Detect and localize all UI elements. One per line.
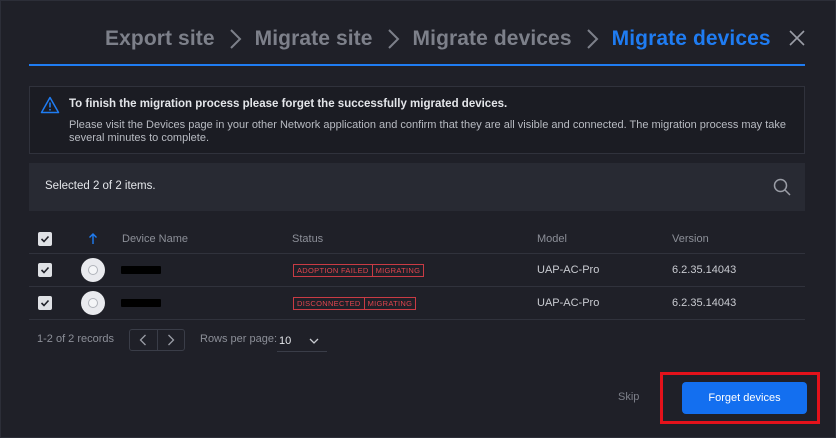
- chevron-right-icon: [223, 25, 247, 53]
- migration-notice: To finish the migration process please f…: [29, 86, 805, 154]
- table-header: Device Name Status Model Version: [29, 225, 805, 254]
- rows-per-page-value: 10: [279, 334, 292, 347]
- breadcrumb-export-site[interactable]: Export site: [105, 27, 215, 51]
- skip-button[interactable]: Skip: [618, 391, 639, 403]
- chevron-right-icon: [381, 25, 405, 53]
- page-nav: [129, 329, 185, 351]
- notice-title: To finish the migration process please f…: [69, 98, 508, 110]
- status-badges: ADOPTION FAILED MIGRATING: [293, 263, 425, 277]
- pagination: 1-2 of 2 records Rows per page: 10: [37, 327, 797, 353]
- table-row[interactable]: ADOPTION FAILED MIGRATING UAP-AC-Pro 6.2…: [29, 254, 805, 287]
- redacted-device-name: [121, 299, 161, 307]
- notice-body: Please visit the Devices page in your ot…: [69, 119, 787, 144]
- header-divider: [29, 64, 805, 66]
- status-badge: DISCONNECTED: [293, 296, 365, 310]
- status-badge: MIGRATING: [372, 263, 425, 277]
- device-version: 6.2.35.14043: [672, 264, 737, 276]
- access-point-icon: [81, 291, 105, 315]
- selection-count: Selected 2 of 2 items.: [45, 180, 156, 192]
- selection-bar: Selected 2 of 2 items.: [29, 163, 805, 211]
- row-checkbox[interactable]: [38, 296, 52, 310]
- breadcrumb-migrate-devices[interactable]: Migrate devices: [413, 27, 572, 51]
- select-all-checkbox[interactable]: [38, 232, 52, 246]
- records-count: 1-2 of 2 records: [37, 333, 115, 345]
- column-model[interactable]: Model: [537, 225, 567, 253]
- next-page-button[interactable]: [156, 330, 184, 350]
- search-icon[interactable]: [772, 177, 792, 197]
- status-badge: ADOPTION FAILED: [293, 263, 373, 277]
- redacted-device-name: [121, 266, 161, 274]
- rows-per-page-select[interactable]: 10: [277, 330, 327, 352]
- devices-table: Device Name Status Model Version ADOPTIO…: [29, 225, 805, 320]
- column-status[interactable]: Status: [292, 225, 323, 253]
- device-model: UAP-AC-Pro: [537, 264, 600, 276]
- migration-dialog: Export site Migrate site Migrate devices…: [0, 0, 836, 438]
- breadcrumb-current-step: Migrate devices: [611, 27, 771, 50]
- close-icon[interactable]: [787, 28, 807, 48]
- device-version: 6.2.35.14043: [672, 297, 737, 309]
- column-version[interactable]: Version: [672, 225, 709, 253]
- device-model: UAP-AC-Pro: [537, 297, 600, 309]
- row-checkbox[interactable]: [38, 263, 52, 277]
- status-badge: MIGRATING: [364, 296, 417, 310]
- breadcrumb: Export site Migrate site Migrate devices…: [105, 25, 771, 53]
- status-badges: DISCONNECTED MIGRATING: [293, 296, 417, 310]
- chevron-right-icon: [580, 25, 604, 53]
- chevron-down-icon: [309, 338, 319, 344]
- table-row[interactable]: DISCONNECTED MIGRATING UAP-AC-Pro 6.2.35…: [29, 287, 805, 320]
- column-device-name[interactable]: Device Name: [122, 225, 188, 253]
- arrow-up-icon[interactable]: [88, 225, 98, 253]
- rows-per-page-label: Rows per page:: [200, 333, 278, 345]
- warning-icon: [40, 96, 60, 114]
- forget-devices-button[interactable]: Forget devices: [682, 382, 807, 414]
- access-point-icon: [81, 258, 105, 282]
- previous-page-button[interactable]: [130, 330, 157, 350]
- breadcrumb-migrate-site[interactable]: Migrate site: [255, 27, 373, 51]
